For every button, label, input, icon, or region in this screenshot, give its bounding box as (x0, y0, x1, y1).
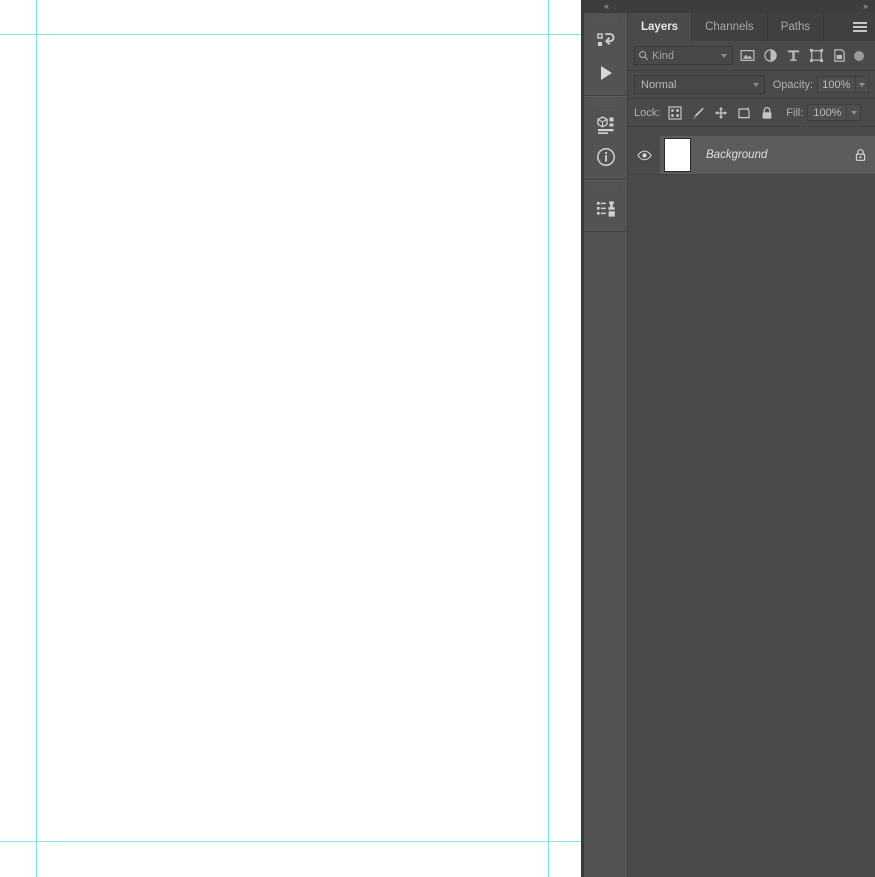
eye-icon (636, 150, 652, 160)
history-panel-icon[interactable] (584, 25, 627, 57)
chevron-double-left-icon: « (603, 1, 609, 11)
layer-row-content[interactable]: Background (660, 136, 875, 174)
filter-kind-select[interactable]: Kind (634, 46, 733, 65)
filter-pixel-layers-icon[interactable] (740, 48, 755, 63)
filter-smart-objects-icon[interactable] (832, 48, 847, 63)
properties-panel-icon[interactable] (584, 109, 627, 141)
tab-layers[interactable]: Layers (628, 13, 693, 41)
blend-opacity-row: Normal Opacity: 100% (628, 71, 875, 99)
chevron-down-icon (850, 110, 857, 115)
rail-drag-grip[interactable] (593, 100, 618, 107)
lock-icon (855, 149, 865, 161)
search-icon (638, 50, 649, 61)
layer-list[interactable]: Background (628, 136, 875, 877)
lock-buttons (668, 105, 774, 120)
chevron-double-right-icon: » (862, 1, 868, 11)
guide-horizontal-top[interactable] (0, 34, 584, 35)
layer-filter-row: Kind (628, 41, 875, 71)
tab-channels-label: Channels (705, 21, 754, 33)
chevron-down-icon (858, 82, 865, 87)
rail-drag-grip[interactable] (593, 184, 618, 191)
photoshop-window: « » Layers Channels Paths Kind Normal Op… (0, 0, 875, 877)
filter-adjustment-layers-icon[interactable] (763, 48, 778, 63)
filter-type-buttons (740, 48, 847, 63)
collapsed-panel-rail (584, 13, 628, 877)
hamburger-menu-icon (853, 22, 867, 32)
info-panel-icon[interactable] (584, 141, 627, 173)
collapse-rail-button[interactable]: « (584, 0, 628, 13)
lock-label: Lock: (634, 106, 661, 119)
document-canvas[interactable] (0, 0, 584, 877)
tab-paths[interactable]: Paths (768, 13, 825, 41)
fill-label: Fill: (786, 106, 804, 119)
chevron-down-icon (721, 53, 727, 58)
rail-group-clone-source (584, 180, 627, 232)
expand-panels-button[interactable]: » (628, 0, 875, 13)
table-row[interactable]: Background (628, 136, 875, 175)
layer-visibility-toggle[interactable] (628, 150, 660, 161)
rail-drag-grip[interactable] (593, 16, 618, 23)
rail-group-properties (584, 96, 627, 180)
filter-shape-layers-icon[interactable] (809, 48, 824, 63)
filter-type-layers-icon[interactable] (786, 48, 801, 63)
blend-mode-select[interactable]: Normal (634, 75, 765, 94)
actions-play-icon[interactable] (584, 57, 627, 89)
lock-options-row: Lock: Fill: 100% (628, 99, 875, 127)
layer-locked-indicator[interactable] (845, 148, 875, 162)
panel-dock: « » Layers Channels Paths Kind Normal Op… (584, 0, 875, 877)
filter-enable-toggle[interactable] (854, 50, 864, 61)
clone-source-panel-icon[interactable] (584, 193, 627, 225)
panel-tab-strip: Layers Channels Paths (628, 13, 875, 41)
layer-thumbnail[interactable] (664, 138, 691, 172)
filter-kind-value: Kind (652, 49, 675, 62)
layer-name-label[interactable]: Background (691, 149, 845, 161)
tab-layers-label: Layers (641, 21, 679, 33)
lock-artboard-nesting-icon[interactable] (737, 106, 751, 120)
guide-horizontal-bottom[interactable] (0, 841, 584, 842)
opacity-label: Opacity: (772, 78, 814, 91)
blend-mode-value: Normal (641, 78, 677, 91)
panel-menu-button[interactable] (845, 13, 875, 41)
layers-panel: Layers Channels Paths Kind Normal Opacit… (628, 13, 875, 877)
rail-group-history (584, 13, 627, 96)
opacity-input[interactable]: 100% (817, 76, 856, 93)
lock-all-icon[interactable] (760, 106, 774, 120)
lock-position-icon[interactable] (714, 106, 728, 120)
tab-paths-label: Paths (780, 21, 811, 33)
guide-vertical-left[interactable] (36, 0, 37, 877)
guide-vertical-right[interactable] (548, 0, 549, 877)
lock-image-pixels-icon[interactable] (691, 106, 705, 120)
opacity-stepper[interactable] (855, 76, 869, 93)
fill-input[interactable]: 100% (807, 104, 848, 121)
chevron-down-icon (752, 82, 759, 87)
fill-stepper[interactable] (847, 104, 862, 121)
lock-transparent-pixels-icon[interactable] (668, 105, 682, 120)
tab-channels[interactable]: Channels (692, 13, 768, 41)
